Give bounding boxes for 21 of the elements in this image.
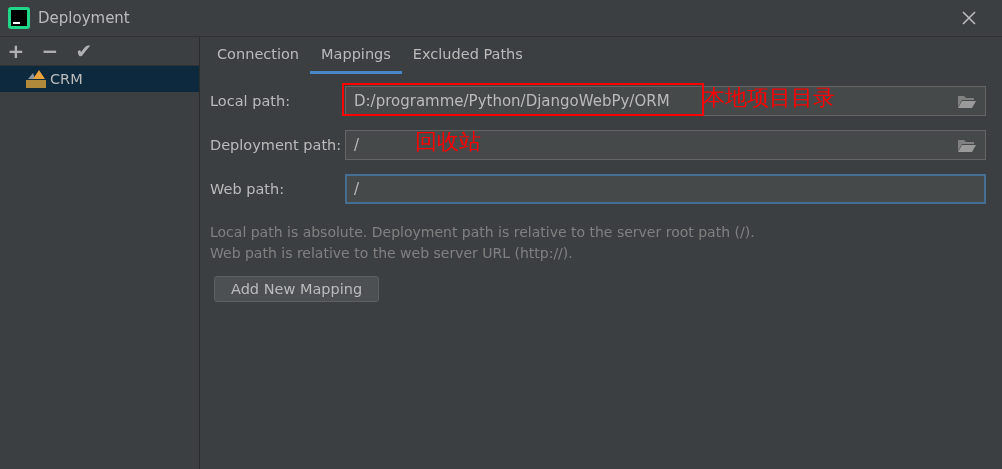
add-icon[interactable]: + — [6, 39, 26, 63]
server-item[interactable]: CRM — [0, 66, 199, 92]
path-field[interactable]: / — [345, 174, 986, 204]
check-icon[interactable]: ✔ — [74, 39, 94, 63]
field-label: Local path: — [210, 93, 292, 109]
annotation-text: 本地项目目录 — [703, 84, 835, 112]
window-title: Deployment — [38, 9, 131, 27]
help-text: Local path is absolute. Deployment path is relative to the server root path (/). Web path is relative to the web server URL (http://). — [210, 223, 756, 263]
folder-icon[interactable] — [957, 137, 977, 153]
app-logo-icon — [8, 7, 30, 29]
tab[interactable]: Connection — [206, 37, 311, 74]
annotation-text: 回收站 — [415, 128, 481, 156]
add-mapping-button[interactable]: Add New Mapping — [214, 276, 380, 302]
sftp-server-icon — [26, 69, 46, 89]
tab[interactable]: Excluded Paths — [401, 37, 534, 74]
folder-icon[interactable] — [957, 93, 977, 109]
close-icon[interactable] — [962, 11, 976, 25]
tab[interactable]: Mappings — [310, 37, 402, 74]
field-label: Deployment path: — [210, 137, 343, 153]
field-label: Web path: — [210, 181, 286, 197]
remove-icon[interactable]: − — [40, 39, 60, 63]
